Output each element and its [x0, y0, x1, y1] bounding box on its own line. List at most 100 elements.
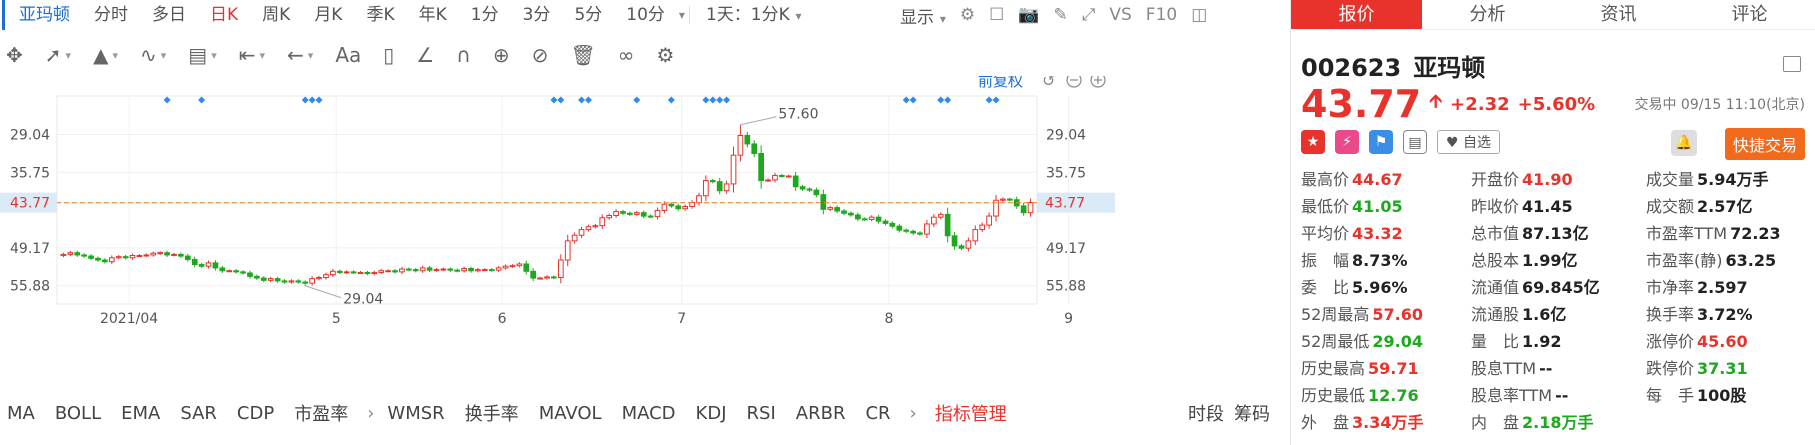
line-tool-icon[interactable]: ➚ ▾	[45, 43, 71, 67]
event-marker	[944, 96, 952, 104]
indicator-turnover[interactable]: 换手率	[458, 400, 532, 426]
channel-tool-icon[interactable]: ▲ ▾	[93, 43, 118, 67]
indicator-rsi[interactable]: RSI	[740, 403, 789, 424]
candle	[74, 252, 81, 256]
f10-button[interactable]: F10	[1146, 5, 1177, 25]
pencil-icon[interactable]: ✎	[1054, 5, 1068, 25]
move-icon[interactable]: ✥	[6, 43, 23, 67]
lock-icon[interactable]: ⊕	[493, 43, 510, 67]
stat-cell: 市净率 2.597	[1646, 274, 1806, 301]
quick-trade-button[interactable]: 快捷交易	[1724, 128, 1805, 160]
tab-analysis[interactable]: 分析	[1422, 0, 1553, 29]
tab-news[interactable]: 资讯	[1553, 0, 1684, 29]
stat-label: 历史最高	[1301, 359, 1366, 378]
price-change-pct: +5.60%	[1517, 93, 1596, 115]
indicator-arbr[interactable]: ARBR	[789, 403, 859, 424]
arrow-tool-icon[interactable]: ← ▾	[287, 43, 313, 67]
display-menu[interactable]: 显示 ▾	[900, 3, 946, 28]
adjust-mode-button[interactable]: 前复权	[978, 76, 1023, 90]
chevron-right-icon[interactable]: ›	[361, 403, 380, 424]
tab-1min[interactable]: 1分	[459, 0, 511, 30]
panel-toggle-icon[interactable]: ◫	[1191, 5, 1207, 25]
angle-tool-icon[interactable]: ∠	[416, 43, 434, 67]
chevron-down-icon: ▾	[160, 48, 167, 62]
measure-tool-icon[interactable]: ⇤ ▾	[239, 43, 265, 67]
event-marker	[550, 96, 558, 104]
zoom-out-icon[interactable]	[1066, 76, 1082, 88]
delete-icon[interactable]: 🗑	[570, 43, 595, 67]
tab-daily-k[interactable]: 日K	[198, 0, 250, 30]
chips-link[interactable]: 筹码	[1234, 400, 1270, 426]
event-marker	[985, 96, 993, 104]
wave-tool-icon[interactable]: ∿ ▾	[140, 43, 166, 67]
vs-button[interactable]: VS	[1109, 5, 1131, 25]
tab-monthly-k[interactable]: 月K	[302, 0, 354, 30]
fullscreen-icon[interactable]: ⤢	[1082, 5, 1096, 25]
candle	[696, 195, 702, 204]
tab-yearly-k[interactable]: 年K	[407, 0, 459, 30]
indicator-ema[interactable]: EMA	[114, 403, 173, 424]
candle	[661, 203, 668, 211]
candlestick-chart[interactable]: 43.77 43.77 55.88 49.17 35.75 29.04 55.88 49…	[0, 76, 1290, 394]
tab-10min[interactable]: 10分	[614, 0, 677, 30]
indicator-kdj[interactable]: KDJ	[689, 403, 740, 424]
bell-icon[interactable]: 🔔	[1671, 130, 1697, 156]
indicator-macd[interactable]: MACD	[615, 403, 689, 424]
tag-icon[interactable]: ⚑	[1369, 130, 1393, 154]
candle	[274, 278, 281, 282]
tab-comments[interactable]: 评论	[1684, 0, 1815, 29]
tab-intraday[interactable]: 分时	[82, 0, 140, 30]
stat-cell: 最低价 41.05	[1301, 193, 1471, 220]
session-link[interactable]: 时段	[1188, 400, 1224, 426]
candle	[371, 271, 378, 275]
indicator-cdp[interactable]: CDP	[230, 403, 287, 424]
text-tool-icon[interactable]: Aa	[335, 43, 361, 67]
range-select[interactable]: 1天：1分K ▾	[694, 0, 814, 31]
stock-header: 002623 亚玛顿	[1301, 48, 1485, 83]
menu-icon[interactable]	[1783, 56, 1801, 72]
candle	[986, 215, 992, 226]
candle	[675, 205, 682, 210]
indicator-mavol[interactable]: MAVOL	[532, 403, 615, 424]
indicator-sar[interactable]: SAR	[173, 403, 230, 424]
candle	[302, 281, 309, 284]
settings-icon[interactable]: ⚙	[960, 5, 975, 25]
settings-icon[interactable]: ⚙	[656, 43, 674, 67]
event-marker	[163, 96, 171, 104]
hide-icon[interactable]: ⊘	[532, 43, 549, 67]
candle	[841, 210, 847, 214]
x-axis: 2021/04 5 6 7 8 9	[100, 311, 1073, 327]
stat-cell: 流通值 69.845亿	[1471, 274, 1646, 301]
fib-tool-icon[interactable]: ▤ ▾	[188, 43, 216, 67]
stock-tag-icons: ★ ⚡ ⚑ ▤ ♥ 自选	[1301, 130, 1501, 154]
y-tick-label: 35.75	[1046, 165, 1086, 181]
comment-icon[interactable]: ▯	[383, 43, 394, 67]
indicator-boll[interactable]: BOLL	[48, 403, 114, 424]
reset-icon[interactable]: ↺	[1042, 76, 1055, 90]
candle	[461, 267, 467, 272]
camera-icon[interactable]: 📷	[1018, 5, 1039, 25]
tab-multi-day[interactable]: 多日	[140, 0, 198, 30]
tab-3min[interactable]: 3分	[511, 0, 563, 30]
link-icon[interactable]: ∞	[618, 43, 635, 67]
candle	[571, 234, 578, 242]
tab-quote[interactable]: 报价	[1291, 0, 1422, 29]
candle	[191, 258, 198, 266]
indicator-manage-button[interactable]: 指标管理	[923, 400, 1019, 426]
chevron-right-icon[interactable]: ›	[904, 403, 923, 424]
stock-tab[interactable]: 亚玛顿	[2, 0, 82, 30]
indicator-wmsr[interactable]: WMSR	[380, 403, 457, 424]
chevron-down-icon[interactable]: ▾	[679, 8, 685, 22]
add-watchlist-button[interactable]: ♥ 自选	[1437, 130, 1501, 154]
tab-quarterly-k[interactable]: 季K	[354, 0, 406, 30]
margin-icon[interactable]: ⚡	[1335, 130, 1359, 154]
stat-cell: 跌停价 37.31	[1646, 355, 1806, 382]
indicator-pe[interactable]: 市盈率	[287, 400, 361, 426]
tab-5min[interactable]: 5分	[562, 0, 614, 30]
indicator-cr[interactable]: CR	[858, 403, 903, 424]
notes-icon[interactable]: ▤	[1403, 130, 1427, 154]
checkbox-icon[interactable]: ☐	[989, 5, 1004, 25]
magnet-icon[interactable]: ∩	[456, 43, 471, 67]
indicator-ma[interactable]: MA	[0, 403, 48, 424]
tab-weekly-k[interactable]: 周K	[250, 0, 302, 30]
